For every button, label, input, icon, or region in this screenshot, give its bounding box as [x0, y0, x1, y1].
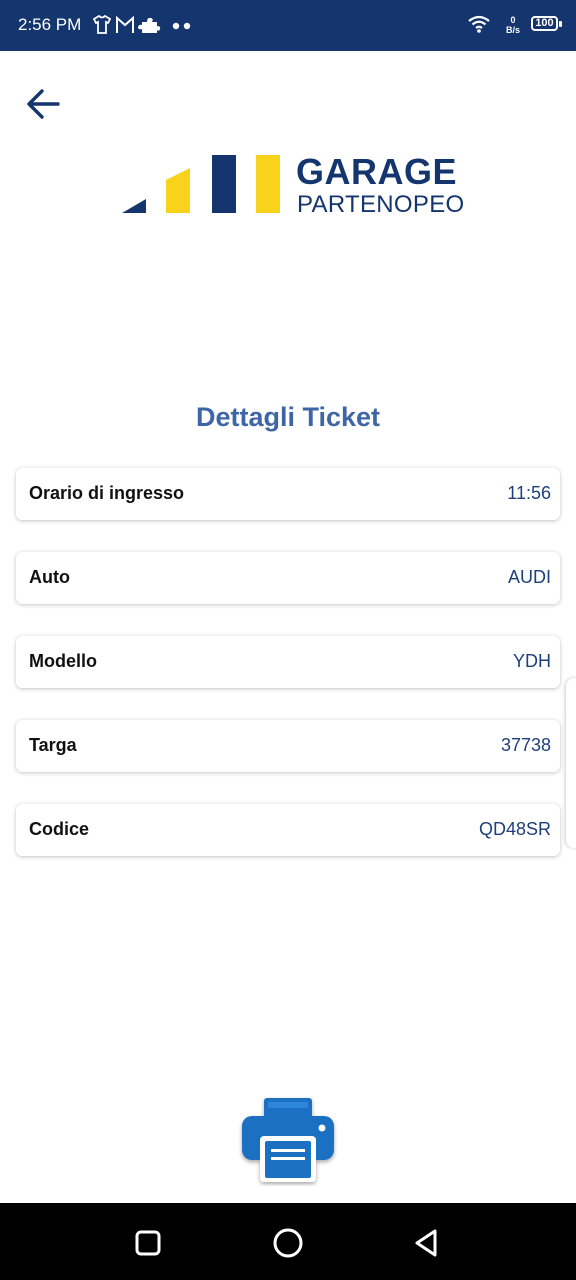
- back-button[interactable]: [24, 84, 64, 124]
- tshirt-icon: [92, 14, 112, 34]
- notification-icons: [92, 14, 191, 34]
- printer-icon: [242, 1098, 334, 1182]
- detail-label: Auto: [29, 567, 70, 587]
- status-time: 2:56 PM: [18, 15, 82, 34]
- logo-title: GARAGE: [296, 151, 458, 192]
- detail-label: Targa: [29, 735, 77, 755]
- puzzle-icon: [138, 17, 161, 33]
- page-title: Dettagli Ticket: [195, 402, 381, 432]
- network-speed-value: 0: [510, 15, 516, 25]
- edge-panel-handle[interactable]: [566, 678, 576, 848]
- print-button[interactable]: [238, 1094, 338, 1186]
- detail-card-model: Modello YDH: [16, 636, 560, 688]
- system-nav-bar: [0, 1203, 576, 1280]
- detail-card-code: Codice QD48SR: [16, 804, 560, 856]
- arrow-left-icon: [27, 89, 60, 119]
- network-speed-unit: B/s: [505, 25, 520, 35]
- detail-value: YDH: [512, 651, 551, 671]
- battery-indicator: 100: [531, 16, 558, 31]
- status-bar: 2:56 PM 0 B/s 100: [0, 0, 576, 51]
- detail-card-entry-time: Orario di ingresso 11:56: [16, 468, 560, 520]
- back-triangle-icon: [415, 1229, 437, 1257]
- detail-card-plate: Targa 37738: [16, 720, 560, 772]
- recents-button[interactable]: [128, 1223, 168, 1263]
- detail-label: Modello: [29, 651, 97, 671]
- detail-card-car: Auto AUDI: [16, 552, 560, 604]
- battery-nub: [559, 21, 562, 27]
- detail-value: QD48SR: [478, 819, 551, 839]
- detail-value: 11:56: [507, 483, 551, 503]
- gmail-icon: [116, 15, 134, 33]
- wifi-icon: [468, 15, 490, 33]
- ticket-details-screen: 2:56 PM 0 B/s 100 GARAGE PARTENOPEO Dett…: [0, 0, 576, 1280]
- detail-label: Codice: [29, 819, 90, 839]
- home-circle-icon: [273, 1228, 303, 1258]
- detail-value: AUDI: [507, 567, 551, 587]
- system-back-button[interactable]: [406, 1223, 446, 1263]
- more-dots-icon: [172, 22, 191, 30]
- network-speed: 0 B/s: [506, 15, 520, 35]
- recents-square-icon: [135, 1230, 161, 1256]
- detail-label: Orario di ingresso: [29, 483, 185, 503]
- home-button[interactable]: [268, 1223, 308, 1263]
- logo-subtitle: PARTENOPEO: [297, 191, 465, 218]
- detail-value: 37738: [500, 735, 551, 755]
